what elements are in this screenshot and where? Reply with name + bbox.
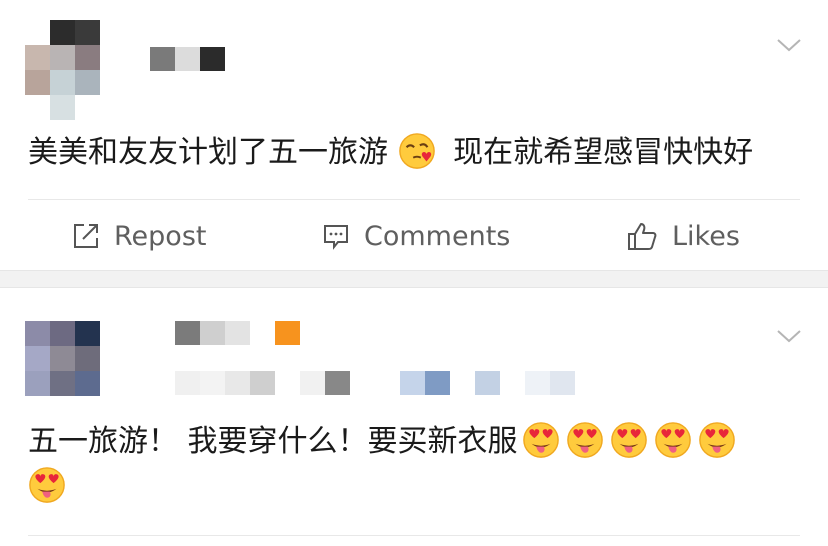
face-blowing-kiss-icon [398,132,435,169]
emoji-group [518,421,736,459]
post-meta-blurred [175,371,575,395]
divider [28,535,800,536]
emoji-group [28,466,66,504]
post-content-line2 [28,465,66,509]
heart-eyes-face-icon [29,466,65,503]
feed-separator [0,270,828,288]
heart-eyes-face-icon [698,421,735,458]
heart-eyes-face-icon [566,421,603,458]
comments-button[interactable]: Comments [322,216,510,256]
username-blurred[interactable] [150,47,225,71]
avatar[interactable] [25,20,100,120]
feed-post: 五一旅游！ 我要穿什么！要买新衣服 [0,288,828,546]
repost-icon [74,224,98,248]
user-badge [275,321,300,345]
heart-eyes-face-icon [610,421,647,458]
heart-eyes-face-icon [654,421,691,458]
heart-eyes-face-icon [522,421,559,458]
username-blurred[interactable] [175,321,250,345]
divider [28,199,800,200]
post-content: 美美和友友计划了五一旅游 现在就希望感冒快快好 [28,131,753,175]
thumbs-up-icon [628,223,657,250]
avatar[interactable] [25,321,100,396]
post-content: 五一旅游！ 我要穿什么！要买新衣服 [28,420,736,464]
comment-icon [324,225,348,250]
repost-button[interactable]: Repost [72,216,206,256]
likes-button[interactable]: Likes [626,216,740,256]
feed-post: 美美和友友计划了五一旅游 现在就希望感冒快快好 Repost Comments … [0,0,828,270]
chevron-down-icon[interactable] [776,328,802,344]
chevron-down-icon[interactable] [776,37,802,53]
